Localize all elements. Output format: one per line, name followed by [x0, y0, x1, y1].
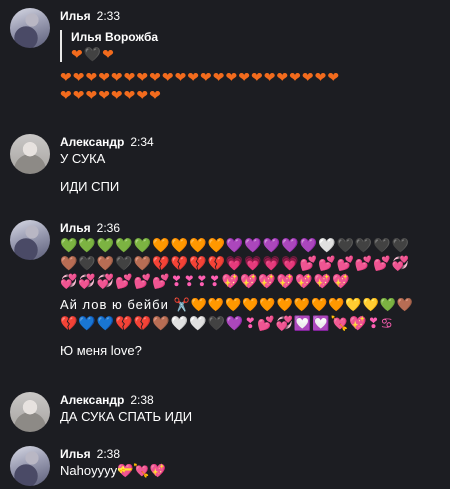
- message-line: ❤❤❤❤❤❤❤❤❤❤❤❤❤❤❤❤❤❤❤❤❤❤: [60, 69, 341, 85]
- message-line: ❤❤❤❤❤❤❤❤: [60, 87, 162, 103]
- message-line: Nahoyyyy💝💘💖: [60, 463, 166, 478]
- quote-emojis: ❤🖤❤: [71, 46, 115, 62]
- emoji-row: 💞💞💞💕💕💕❣❣❣❣💖💖💖💖💖💖💖: [60, 273, 351, 289]
- message-line: ДА СУКА СПАТЬ ИДИ: [60, 409, 193, 424]
- message-header: Илья 2:38: [60, 446, 446, 462]
- message-header: Илья 2:33: [60, 8, 446, 24]
- message-content: Александр 2:34 У СУКА ИДИ СПИ: [60, 134, 446, 195]
- avatar[interactable]: [10, 8, 50, 48]
- avatar[interactable]: [10, 392, 50, 432]
- message-group: Илья 2:36 💚💚💚💚💚🧡🧡🧡🧡💜💜💜💜💜🤍🖤🖤🖤🖤 🤎🖤🤎🖤🤎💔💔💔💔💗💗…: [10, 220, 446, 370]
- quote-author: Илья Ворожба: [71, 30, 159, 44]
- message-group: Александр 2:38 ДА СУКА СПАТЬ ИДИ: [10, 392, 446, 432]
- author-name[interactable]: Илья: [60, 447, 91, 461]
- reply-quote[interactable]: Илья Ворожба ❤🖤❤: [60, 30, 446, 62]
- avatar[interactable]: [10, 446, 50, 486]
- author-name[interactable]: Александр: [60, 393, 124, 407]
- message-timestamp: 2:38: [96, 447, 120, 461]
- message-line: У СУКА: [60, 151, 106, 166]
- avatar[interactable]: [10, 220, 50, 260]
- message-content: Илья 2:33 Илья Ворожба ❤🖤❤ ❤❤❤❤❤❤❤❤❤❤❤❤❤❤…: [60, 8, 446, 104]
- message-line: ИДИ СПИ: [60, 179, 120, 194]
- message-line: [60, 167, 446, 178]
- message-header: Александр 2:38: [60, 392, 446, 408]
- author-name[interactable]: Илья: [60, 221, 91, 235]
- message-timestamp: 2:34: [130, 135, 154, 149]
- message-content: Илья 2:36 💚💚💚💚💚🧡🧡🧡🧡💜💜💜💜💜🤍🖤🖤🖤🖤 🤎🖤🤎🖤🤎💔💔💔💔💗💗…: [60, 220, 446, 359]
- message-timestamp: 2:38: [130, 393, 154, 407]
- emoji-row: 💚💚💚💚💚🧡🧡🧡🧡💜💜💜💜💜🤍🖤🖤🖤🖤: [60, 237, 411, 253]
- message-content: Илья 2:38 Nahoyyyy💝💘💖: [60, 446, 446, 479]
- avatar[interactable]: [10, 134, 50, 174]
- chat-message-list: Илья 2:33 Илья Ворожба ❤🖤❤ ❤❤❤❤❤❤❤❤❤❤❤❤❤❤…: [0, 0, 450, 489]
- message-group: Александр 2:34 У СУКА ИДИ СПИ: [10, 134, 446, 204]
- message-group: Илья 2:38 Nahoyyyy💝💘💖: [10, 446, 446, 486]
- message-timestamp: 2:36: [96, 221, 120, 235]
- emoji-row: 💔💙💙💔💔🤎🤍🤍🖤💜❣💕💞💟💟💘💖❣♋: [60, 315, 394, 331]
- message-content: Александр 2:38 ДА СУКА СПАТЬ ИДИ: [60, 392, 446, 425]
- message-line: Ю меня love?: [60, 343, 142, 358]
- message-group: Илья 2:33 Илья Ворожба ❤🖤❤ ❤❤❤❤❤❤❤❤❤❤❤❤❤❤…: [10, 8, 446, 112]
- author-name[interactable]: Илья: [60, 9, 91, 23]
- author-name[interactable]: Александр: [60, 135, 124, 149]
- message-header: Александр 2:34: [60, 134, 446, 150]
- emoji-row: Ай лов ю бейби ✂️🧡🧡🧡🧡🧡🧡🧡🧡🧡💛💛💚🤎: [60, 297, 415, 312]
- message-timestamp: 2:33: [96, 9, 120, 23]
- message-header: Илья 2:36: [60, 220, 446, 236]
- emoji-row: 🤎🖤🤎🖤🤎💔💔💔💔💗💗💗💗💕💕💕💕💕💞: [60, 255, 411, 271]
